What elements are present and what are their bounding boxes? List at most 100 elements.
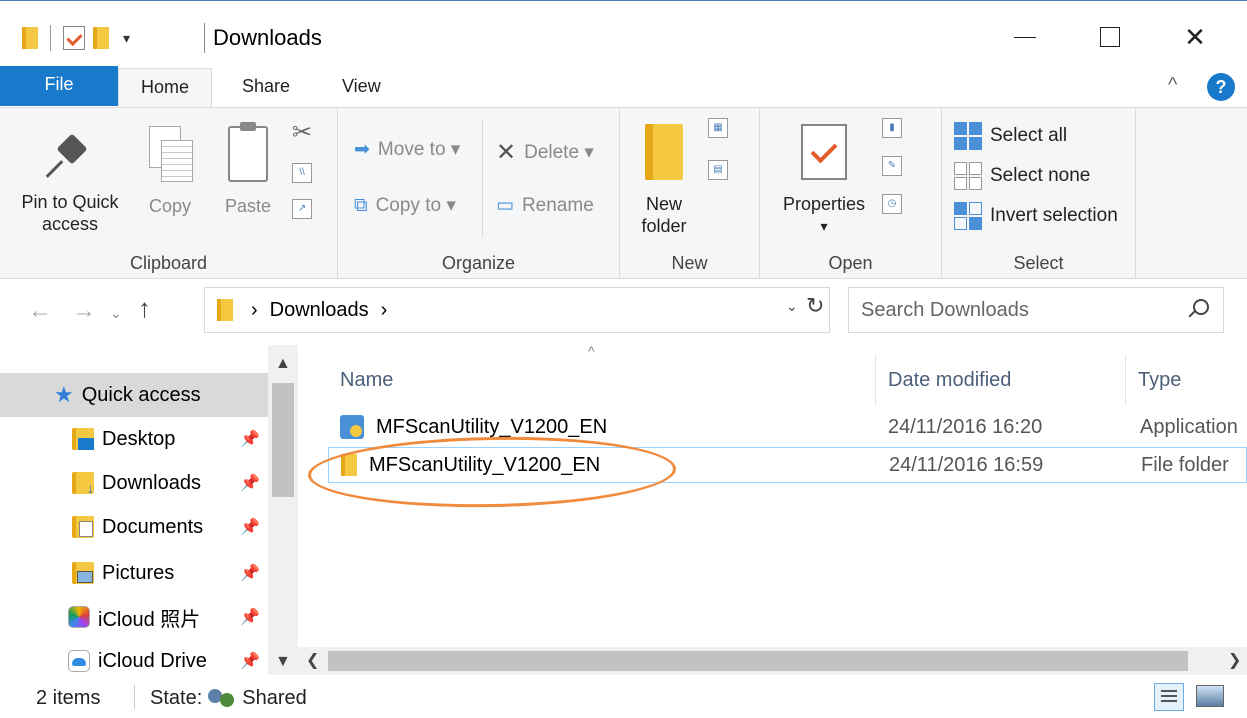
downloads-icon	[72, 472, 94, 496]
paste-button[interactable]: Paste	[218, 122, 278, 217]
customize-qat-dropdown[interactable]: ▾	[123, 30, 130, 47]
refresh-icon[interactable]: ↻	[806, 293, 824, 319]
properties-label: Properties	[782, 194, 866, 214]
nav-pane-scrollbar[interactable]: ▲ ▼	[268, 345, 298, 675]
scrollbar-thumb[interactable]	[272, 383, 294, 497]
breadcrumb-chevron-icon: ›	[251, 298, 258, 321]
move-to-button[interactable]: ➡ Move to ▾	[354, 138, 460, 161]
close-button[interactable]: ✕	[1165, 17, 1225, 57]
move-to-icon: ➡	[354, 139, 370, 160]
collapse-ribbon-icon[interactable]: ^	[1168, 74, 1177, 97]
select-none-icon	[954, 162, 982, 190]
state-label: State:	[150, 687, 203, 709]
tab-file[interactable]: File	[0, 66, 118, 106]
nav-item-quick-access[interactable]: ★ Quick access	[0, 373, 268, 417]
tab-home[interactable]: Home	[118, 68, 212, 108]
nav-item-desktop[interactable]: Desktop 📌	[0, 417, 268, 461]
window-title: Downloads	[204, 23, 322, 53]
recent-locations-dropdown[interactable]: ⌄	[110, 305, 122, 322]
pin-icon[interactable]: 📌	[240, 563, 260, 583]
move-to-label: Move to ▾	[377, 139, 461, 160]
select-group-label: Select	[1013, 253, 1064, 273]
pin-to-quick-access-button[interactable]: Pin to Quick access	[14, 128, 126, 235]
help-icon[interactable]: ?	[1207, 73, 1235, 101]
scroll-right-icon[interactable]: ❯	[1228, 650, 1241, 670]
column-header-name[interactable]: Name	[328, 355, 876, 405]
maximize-button[interactable]	[1080, 17, 1140, 57]
up-button[interactable]: ↑	[138, 293, 151, 324]
nav-item-icloud-photos[interactable]: iCloud 照片 📌	[0, 595, 268, 639]
address-bar-row: ← → ⌄ ↑ › Downloads › ⌄ ↻ Search Downloa…	[0, 279, 1247, 345]
nav-item-downloads[interactable]: Downloads 📌	[0, 461, 268, 505]
file-name: MFScanUtility_V1200_EN	[376, 415, 608, 438]
scrollbar-thumb[interactable]	[328, 651, 1188, 671]
pin-icon[interactable]: 📌	[240, 473, 260, 493]
new-folder-button[interactable]: New folder	[636, 124, 692, 237]
maximize-icon	[1100, 27, 1120, 47]
paste-icon	[228, 122, 268, 182]
horizontal-scrollbar[interactable]: ❮ ❯	[298, 647, 1247, 675]
copy-to-button[interactable]: ⧉ Copy to ▾	[354, 194, 456, 217]
column-header-date-modified[interactable]: Date modified	[876, 355, 1126, 405]
breadcrumb-chevron-icon[interactable]: ›	[381, 299, 388, 322]
copy-path-icon[interactable]: \\	[292, 163, 313, 183]
edit-icon[interactable]: ✎	[882, 156, 902, 176]
column-header-type[interactable]: Type	[1126, 355, 1247, 405]
search-input[interactable]: Search Downloads	[861, 299, 1029, 322]
scroll-left-icon[interactable]: ❮	[306, 650, 319, 670]
breadcrumb-downloads[interactable]: Downloads	[270, 299, 369, 322]
shared-users-icon	[208, 688, 236, 709]
large-icons-view-icon[interactable]	[1196, 685, 1224, 707]
nav-item-label: Documents	[102, 515, 204, 538]
minimize-button[interactable]	[995, 17, 1055, 57]
address-dropdown-icon[interactable]: ⌄	[786, 298, 798, 315]
back-button[interactable]: ←	[28, 297, 52, 325]
pin-icon[interactable]: 📌	[240, 651, 260, 671]
rename-button[interactable]: ▭ Rename	[496, 194, 594, 217]
nav-item-pictures[interactable]: Pictures 📌	[0, 551, 268, 595]
details-view-icon[interactable]	[1154, 683, 1184, 711]
cut-icon[interactable]: ✂	[292, 118, 312, 147]
nav-item-label: iCloud Drive	[98, 649, 207, 672]
open-icon[interactable]: ▮	[882, 118, 902, 138]
scroll-down-icon[interactable]: ▼	[275, 653, 291, 671]
copy-button[interactable]: Copy	[140, 126, 200, 217]
nav-item-label: iCloud 照片	[98, 608, 201, 631]
new-group-label: New	[671, 253, 708, 273]
properties-dropdown: ▾	[820, 218, 828, 234]
pin-icon[interactable]: 📌	[240, 429, 260, 449]
nav-item-label: Downloads	[102, 471, 201, 494]
open-group: Properties ▾ ▮ ✎ ◷ Open	[760, 108, 942, 280]
select-all-label: Select all	[990, 125, 1068, 146]
address-bar[interactable]: › Downloads ›	[204, 287, 830, 333]
copy-icon	[149, 126, 193, 182]
folder-icon[interactable]	[22, 27, 38, 49]
tab-share[interactable]: Share	[226, 68, 306, 108]
new-group: New folder ▦ ▤ New	[620, 108, 760, 280]
select-none-button[interactable]: Select none	[954, 162, 1090, 190]
new-folder-label-line2: folder	[641, 216, 687, 236]
new-folder-icon[interactable]	[93, 27, 109, 49]
highlight-ellipse	[307, 433, 677, 511]
pin-icon[interactable]: 📌	[240, 517, 260, 537]
select-all-button[interactable]: Select all	[954, 122, 1067, 150]
pin-icon[interactable]: 📌	[240, 607, 260, 627]
nav-item-documents[interactable]: Documents 📌	[0, 505, 268, 549]
properties-check-icon[interactable]	[63, 26, 85, 50]
search-box[interactable]: Search Downloads	[848, 287, 1224, 333]
properties-button[interactable]: Properties ▾	[774, 124, 874, 237]
organize-divider	[482, 120, 483, 238]
invert-selection-button[interactable]: Invert selection	[954, 202, 1118, 230]
search-icon[interactable]	[1193, 299, 1209, 315]
history-icon[interactable]: ◷	[882, 194, 902, 214]
clipboard-group-label: Clipboard	[129, 253, 208, 273]
new-item-icon[interactable]: ▦	[708, 118, 728, 138]
scroll-up-icon[interactable]: ▲	[275, 355, 291, 373]
delete-button[interactable]: ✕ Delete ▾	[496, 138, 594, 167]
tab-view[interactable]: View	[326, 68, 397, 108]
easy-access-icon[interactable]: ▤	[708, 160, 728, 180]
paste-shortcut-icon[interactable]: ↗	[292, 199, 313, 219]
star-icon: ★	[54, 382, 74, 407]
forward-button[interactable]: →	[72, 297, 96, 325]
nav-item-label: Quick access	[81, 383, 201, 406]
